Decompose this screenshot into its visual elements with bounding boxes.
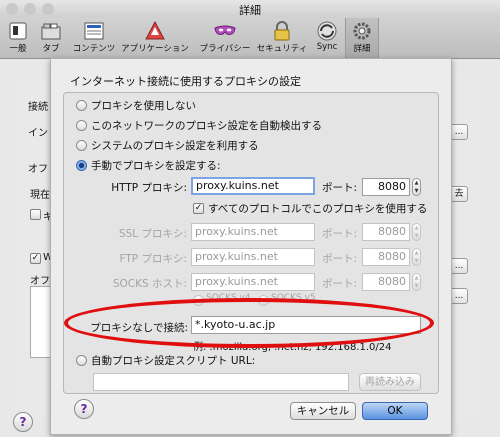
toolbar-advanced[interactable]: 詳細 <box>345 18 379 58</box>
use-all-protocols-checkbox[interactable]: ✓ <box>193 203 204 214</box>
clear-cache-button[interactable]: 去 <box>450 186 468 202</box>
socks-host-label: SOCKS ホスト: <box>112 278 187 290</box>
window-title: 詳細 <box>239 4 261 17</box>
toolbar-privacy[interactable]: プライバシー <box>196 18 254 58</box>
radio-auto-detect-label: このネットワークのプロキシ設定を自動検出する <box>91 120 322 132</box>
radio-auto-detect[interactable] <box>76 120 87 131</box>
gear-icon <box>353 22 371 40</box>
radio-system-proxy[interactable] <box>76 140 87 151</box>
radio-manual-proxy-label: 手動でプロキシを設定する: <box>91 160 221 172</box>
title-bar: 詳細 <box>0 0 500 18</box>
toolbar-sync[interactable]: Sync <box>312 18 342 58</box>
offline-remove-button[interactable]: ... <box>450 288 468 304</box>
ssl-port-input[interactable]: 8080 <box>362 223 410 241</box>
socks-port-stepper[interactable]: ▲ ▼ <box>412 273 421 291</box>
ftp-port-stepper[interactable]: ▲ ▼ <box>412 248 421 266</box>
ssl-proxy-label: SSL プロキシ: <box>118 228 187 240</box>
toolbar-general[interactable]: 一般 <box>2 18 34 58</box>
content-icon <box>84 22 104 40</box>
offline-section-label: オフ <box>28 164 48 175</box>
toolbar-tabs[interactable]: タブ <box>36 18 66 58</box>
ssl-port-stepper[interactable]: ▲ ▼ <box>412 223 421 241</box>
offline-apps-label: オフ <box>30 276 50 287</box>
toolbar-content[interactable]: コンテンツ <box>70 18 118 58</box>
ssl-proxy-input[interactable]: proxy.kuins.net <box>191 223 315 241</box>
http-proxy-label: HTTP プロキシ: <box>111 182 187 194</box>
offline-exceptions-button[interactable]: ... <box>450 258 468 274</box>
cache-usage-text: 現在 <box>30 190 50 201</box>
help-button[interactable]: ? <box>74 399 94 419</box>
http-port-input[interactable]: 8080 <box>362 178 410 196</box>
http-proxy-input[interactable]: proxy.kuins.net <box>191 177 315 195</box>
radio-no-proxy[interactable] <box>76 100 87 111</box>
socks-host-input[interactable]: proxy.kuins.net <box>191 273 315 291</box>
toolbar-security[interactable]: セキュリティ <box>256 18 308 58</box>
tabs-icon <box>41 23 61 40</box>
ftp-port-input[interactable]: 8080 <box>362 248 410 266</box>
ftp-proxy-input[interactable]: proxy.kuins.net <box>191 248 315 266</box>
radio-no-proxy-label: プロキシを使用しない <box>91 100 196 112</box>
radio-pac-url-label: 自動プロキシ設定スクリプト URL: <box>91 355 256 367</box>
http-port-stepper[interactable]: ▲ ▼ <box>412 178 421 196</box>
http-port-label: ポート: <box>322 182 358 194</box>
offline-apps-list[interactable] <box>30 286 52 358</box>
toolbar-applications[interactable]: アプリケーション <box>120 18 190 58</box>
socks-port-label: ポート: <box>322 278 358 290</box>
red-highlight-annotation <box>64 298 434 348</box>
radio-manual-proxy[interactable] <box>76 160 87 171</box>
radio-pac-url[interactable] <box>76 355 87 366</box>
privacy-mask-icon <box>214 25 236 35</box>
offline-warn-checkbox[interactable]: ✓ <box>30 253 41 264</box>
ftp-proxy-label: FTP プロキシ: <box>119 253 187 265</box>
ok-button[interactable]: OK <box>362 402 428 420</box>
use-all-protocols-label: すべてのプロトコルでこのプロキシを使用する <box>208 203 428 215</box>
applications-icon <box>145 21 165 40</box>
sync-icon <box>317 21 337 41</box>
lock-icon <box>274 21 290 41</box>
sheet-title: インターネット接続に使用するプロキシの設定 <box>70 75 301 88</box>
radio-system-proxy-label: システムのプロキシ設定を利用する <box>91 140 259 152</box>
connection-settings-button[interactable]: ... <box>450 124 468 140</box>
preferences-toolbar: 一般 タブ コンテンツ アプリケーション プライバシー セキュリティ Sync … <box>0 18 500 59</box>
ssl-port-label: ポート: <box>322 228 358 240</box>
ftp-port-label: ポート: <box>322 253 358 265</box>
pac-url-input[interactable] <box>93 373 349 391</box>
general-icon <box>9 22 27 40</box>
connection-text: イン <box>28 128 48 139</box>
help-button-background[interactable]: ? <box>13 412 33 432</box>
connection-section-label: 接続 <box>28 102 48 113</box>
reload-pac-button[interactable]: 再読み込み <box>359 373 421 391</box>
override-cache-checkbox[interactable] <box>30 209 41 220</box>
cancel-button[interactable]: キャンセル <box>290 402 356 420</box>
socks-port-input[interactable]: 8080 <box>362 273 410 291</box>
